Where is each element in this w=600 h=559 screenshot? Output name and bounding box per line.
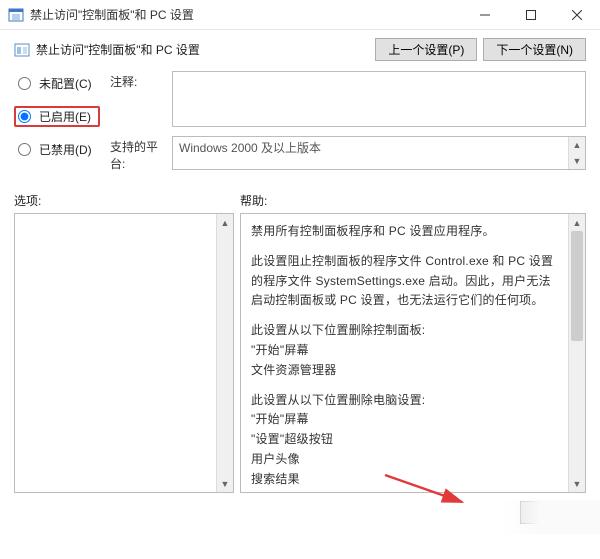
radio-disabled-label: 已禁用(D) — [39, 141, 92, 158]
chevron-down-icon[interactable]: ▼ — [569, 153, 585, 169]
supported-on-box: Windows 2000 及以上版本 ▲ ▼ — [172, 136, 586, 170]
options-scrollbar[interactable]: ▲ ▼ — [216, 214, 233, 492]
radio-not-configured-label: 未配置(C) — [39, 75, 92, 92]
radio-disabled-input[interactable] — [18, 143, 31, 156]
chevron-up-icon[interactable]: ▲ — [569, 214, 585, 231]
blur-overlay — [500, 500, 600, 534]
supported-on-text: Windows 2000 及以上版本 — [173, 137, 568, 169]
help-scrollbar[interactable]: ▲ ▼ — [568, 214, 585, 492]
chevron-up-icon[interactable]: ▲ — [569, 137, 585, 153]
app-icon — [8, 7, 24, 23]
policy-title: 禁止访问"控制面板"和 PC 设置 — [36, 41, 375, 58]
supported-on-label: 支持的平台: — [110, 136, 172, 172]
titlebar: 禁止访问"控制面板"和 PC 设置 — [0, 0, 600, 30]
chevron-down-icon[interactable]: ▼ — [569, 475, 585, 492]
help-pane: 禁用所有控制面板程序和 PC 设置应用程序。 此设置阻止控制面板的程序文件 Co… — [240, 213, 586, 493]
options-pane: ▲ ▼ — [14, 213, 234, 493]
help-text: 禁用所有控制面板程序和 PC 设置应用程序。 此设置阻止控制面板的程序文件 Co… — [241, 214, 568, 492]
chevron-up-icon[interactable]: ▲ — [217, 214, 233, 231]
policy-icon — [14, 42, 30, 58]
maximize-button[interactable] — [508, 0, 554, 30]
radio-not-configured-input[interactable] — [18, 77, 31, 90]
comment-label: 注释: — [110, 71, 172, 90]
radio-enabled[interactable]: 已启用(E) — [14, 106, 100, 127]
radio-disabled[interactable]: 已禁用(D) — [14, 139, 100, 160]
close-button[interactable] — [554, 0, 600, 30]
next-setting-button[interactable]: 下一个设置(N) — [483, 38, 586, 61]
footer: 确定 — [0, 493, 600, 534]
policy-header: 禁止访问"控制面板"和 PC 设置 上一个设置(P) 下一个设置(N) — [14, 38, 586, 61]
state-radio-group: 未配置(C) 已启用(E) 已禁用(D) — [14, 71, 100, 178]
radio-enabled-input[interactable] — [18, 110, 31, 123]
radio-enabled-label: 已启用(E) — [39, 108, 91, 125]
scroll-thumb[interactable] — [571, 231, 583, 341]
options-label: 选项: — [14, 192, 240, 209]
help-label: 帮助: — [240, 192, 586, 209]
comment-textarea[interactable] — [172, 71, 586, 127]
window-title: 禁止访问"控制面板"和 PC 设置 — [30, 6, 462, 23]
radio-not-configured[interactable]: 未配置(C) — [14, 73, 100, 94]
chevron-down-icon[interactable]: ▼ — [217, 475, 233, 492]
previous-setting-button[interactable]: 上一个设置(P) — [375, 38, 477, 61]
minimize-button[interactable] — [462, 0, 508, 30]
